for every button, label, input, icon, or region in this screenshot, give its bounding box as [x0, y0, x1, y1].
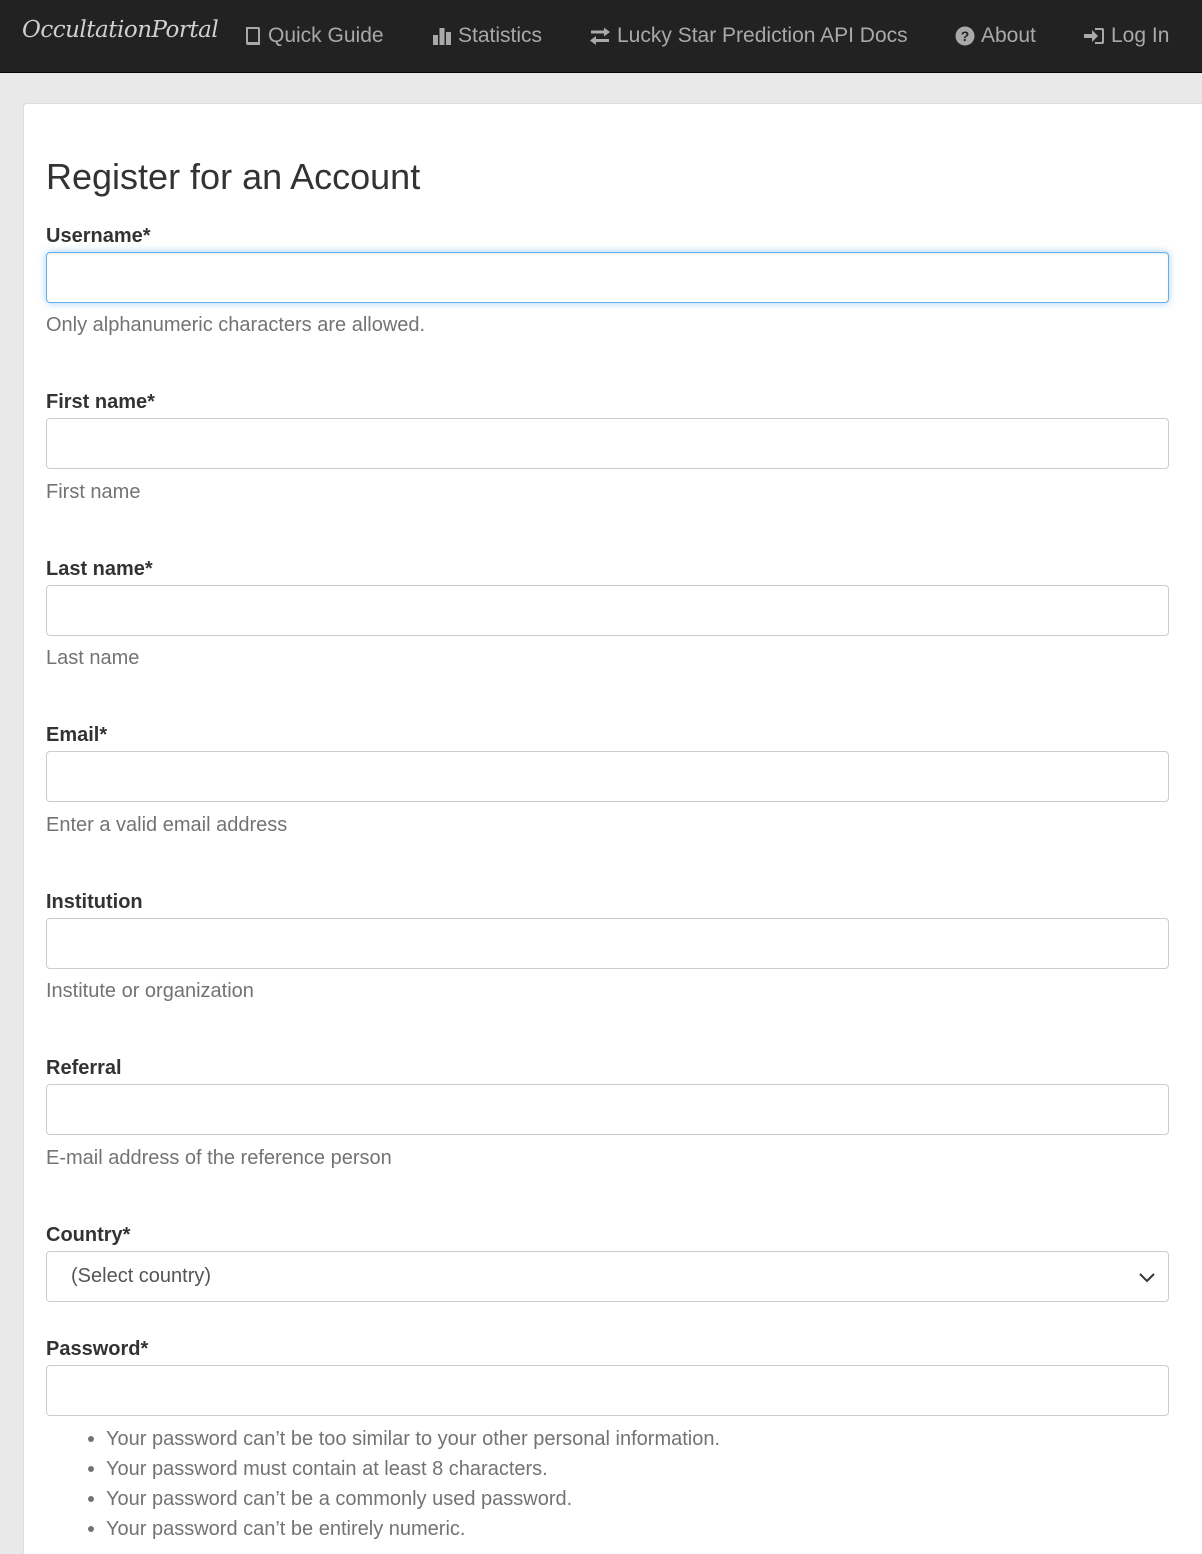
last-name-help: Last name: [46, 647, 140, 669]
chevron-down-icon: [1139, 1273, 1155, 1283]
book-icon: [246, 27, 260, 45]
nav-about[interactable]: ? About: [955, 22, 1036, 50]
navbar: OccultationPortal Quick Guide Statistics…: [0, 0, 1202, 73]
institution-input[interactable]: [46, 918, 1169, 969]
log-in-icon: [1084, 28, 1104, 44]
country-label: Country*: [46, 1224, 131, 1246]
password-rule: Your password must contain at least 8 ch…: [87, 1456, 720, 1486]
first-name-input[interactable]: [46, 418, 1169, 469]
nav-about-label: About: [981, 24, 1036, 47]
last-name-label: Last name*: [46, 558, 153, 580]
nav-api-docs-label: Lucky Star Prediction API Docs: [617, 24, 908, 47]
password-rules-list: Your password can’t be too similar to yo…: [87, 1426, 720, 1546]
password-rule: Your password can’t be entirely numeric.: [87, 1516, 720, 1546]
username-label: Username*: [46, 225, 151, 247]
nav-quick-guide-label: Quick Guide: [268, 24, 384, 47]
first-name-label: First name*: [46, 391, 155, 413]
transfer-icon: [590, 27, 610, 45]
username-help: Only alphanumeric characters are allowed…: [46, 314, 426, 336]
nav-statistics[interactable]: Statistics: [432, 22, 542, 50]
password-input[interactable]: [46, 1365, 1169, 1416]
svg-text:?: ?: [961, 28, 970, 44]
nav-log-in-label: Log In: [1111, 24, 1170, 47]
referral-help: E-mail address of the reference person: [46, 1147, 392, 1169]
country-select-value: (Select country): [71, 1265, 212, 1287]
nav-statistics-label: Statistics: [458, 24, 543, 47]
referral-label: Referral: [46, 1057, 122, 1079]
password-rule: Your password can’t be a commonly used p…: [87, 1486, 720, 1516]
nav-log-in[interactable]: Log In: [1083, 22, 1169, 50]
username-input[interactable]: [46, 252, 1169, 303]
referral-input[interactable]: [46, 1084, 1169, 1135]
institution-label: Institution: [46, 891, 143, 913]
email-input[interactable]: [46, 751, 1169, 802]
last-name-input[interactable]: [46, 585, 1169, 636]
first-name-help: First name: [46, 481, 141, 503]
password-label: Password*: [46, 1338, 149, 1360]
country-select[interactable]: (Select country): [46, 1251, 1169, 1302]
password-rule: Your password can’t be too similar to yo…: [87, 1426, 720, 1456]
brand-logo[interactable]: OccultationPortal: [22, 17, 219, 43]
bar-chart-icon: [433, 28, 451, 45]
question-circle-icon: ?: [955, 26, 975, 46]
nav-api-docs[interactable]: Lucky Star Prediction API Docs: [589, 22, 908, 50]
page-title: Register for an Account: [46, 156, 421, 197]
institution-help: Institute or organization: [46, 980, 254, 1002]
email-help: Enter a valid email address: [46, 814, 288, 836]
nav-quick-guide[interactable]: Quick Guide: [244, 22, 384, 50]
email-label: Email*: [46, 724, 108, 746]
